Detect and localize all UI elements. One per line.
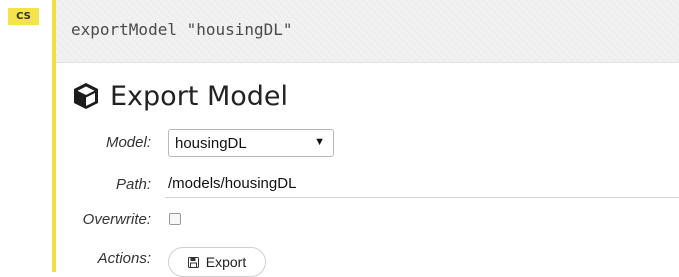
floppy-disk-icon — [187, 256, 199, 268]
code-cell[interactable]: exportModel "housingDL" — [56, 0, 679, 63]
cell-type-badge: CS — [8, 8, 39, 25]
path-input-underline — [165, 197, 679, 198]
code-text: exportModel "housingDL" — [71, 20, 293, 39]
model-label: Model: — [105, 134, 151, 151]
cube-icon — [74, 83, 98, 109]
export-button-label: Export — [205, 254, 247, 270]
overwrite-label: Overwrite: — [82, 211, 151, 228]
overwrite-checkbox[interactable] — [169, 213, 181, 225]
model-select[interactable]: housingDL ▼ — [168, 129, 334, 157]
export-button[interactable]: Export — [168, 247, 266, 277]
chevron-down-icon: ▼ — [314, 136, 325, 148]
page-title: Export Model — [72, 79, 288, 113]
model-select-value: housingDL — [175, 135, 247, 152]
path-input[interactable]: /models/housingDL — [168, 175, 296, 192]
actions-label: Actions: — [97, 250, 151, 267]
path-label: Path: — [115, 176, 151, 193]
page-title-text: Export Model — [110, 80, 289, 112]
